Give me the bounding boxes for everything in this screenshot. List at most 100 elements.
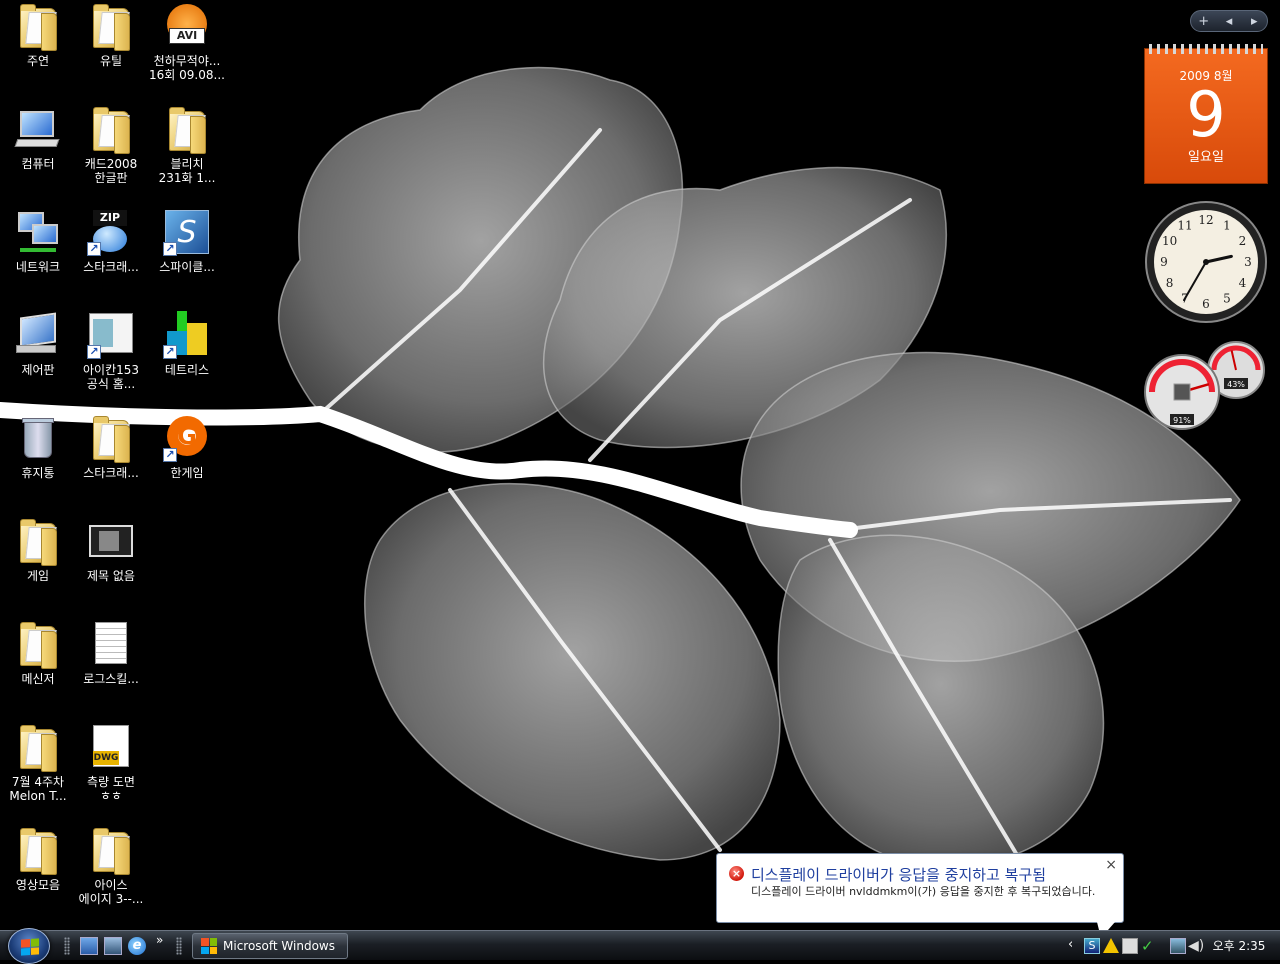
internet-explorer-icon[interactable]: e [128,937,146,955]
web-icon: ↗ [87,311,135,359]
calendar-day: 9 [1186,78,1226,151]
desktop-icon[interactable]: DWG 측량 도면 ㅎㅎ [73,721,149,821]
clock-numeral: 10 [1162,234,1177,248]
folder-icon [163,105,211,154]
device-tray-icon[interactable] [1122,938,1138,954]
desktop-icon-label: 게임 [26,569,50,583]
prev-gadget-button[interactable]: ◂ [1217,14,1241,29]
desktop-icon[interactable]: 게임 [0,515,76,615]
desktop-icon[interactable]: 제목 없음 [73,515,149,615]
desktop-icon[interactable]: 제어판 [0,309,76,409]
warning-icon[interactable] [1103,938,1119,953]
clock-pin [1203,259,1209,265]
desktop-icon[interactable]: ↗ 테트리스 [149,309,225,409]
recycle-bin-icon [14,414,62,462]
clock-numeral: 1 [1223,219,1231,233]
desktop[interactable]: 주연 유틸 AVI 천하무적야... 16회 09.08... 컴퓨터 캐드2008 한글… [0,0,1280,930]
clock-numeral: 12 [1198,213,1213,227]
tray-expand-chevron[interactable]: ‹ [1068,937,1073,952]
network-icon [14,208,62,256]
folder-icon [14,723,62,772]
desktop-icon-label: 로그스킬... [83,672,139,686]
folder-icon [14,826,62,875]
tetris-icon: ↗ [163,311,211,359]
desktop-icon[interactable]: 메신저 [0,618,76,718]
desktop-icon-label: 아이스 에이지 3--... [78,878,144,906]
balloon-title: 디스플레이 드라이버가 응답을 중지하고 복구됨 [751,866,1047,884]
taskbar: e » Microsoft Windows ‹ S ✓ ◀) [0,928,1280,964]
clock-numeral: 4 [1239,276,1247,290]
desktop-icon[interactable]: ZIP ↗ 스타크래... [73,206,149,306]
folder-icon [14,517,62,566]
control-panel-icon [14,311,62,359]
clock-numeral: 6 [1202,297,1210,311]
calendar-gadget[interactable]: 2009 8월 9 일요일 [1144,44,1268,184]
add-gadget-button[interactable]: + [1192,14,1216,29]
zip-icon: ZIP ↗ [87,208,135,256]
clock-numeral: 5 [1223,291,1231,305]
spy-icon: S ↗ [163,208,211,256]
memory-readout: 43% [1227,380,1245,389]
cpu-meter-gadget[interactable]: 43% 91% [1144,340,1268,434]
desktop-icon[interactable]: 스타크래... [73,412,149,512]
desktop-icon[interactable]: G ↗ 한게임 [149,412,225,512]
desktop-icon[interactable]: 아이스 에이지 3--... [73,824,149,924]
task-button-microsoft-windows[interactable]: Microsoft Windows [192,933,348,959]
clock-numeral: 8 [1166,276,1174,290]
desktop-icon[interactable]: 영상모음 [0,824,76,924]
folder-icon [87,105,135,154]
balloon-tail [1097,922,1115,930]
taskbar-grip[interactable] [176,937,182,955]
quicklaunch-chevron[interactable]: » [156,933,163,947]
cpu-chip-icon [1173,383,1191,401]
network-tray-icon[interactable] [1170,938,1186,954]
spyware-tray-icon[interactable]: S [1084,938,1100,954]
folder-icon [14,2,62,51]
windows-app-icon [201,938,217,954]
desktop-icon-label: 컴퓨터 [21,157,55,171]
computer-icon [14,105,62,153]
green-tray-icon[interactable]: ✓ [1141,938,1157,954]
notification-balloon[interactable]: × 디스플레이 드라이버가 응답을 중지하고 복구됨 디스플레이 드라이버 nv… [716,853,1124,930]
desktop-icon[interactable]: 네트워크 [0,206,76,306]
desktop-icon[interactable]: 유틸 [73,0,149,100]
clock-numeral: 2 [1239,234,1247,248]
desktop-icon-label: 스타크래... [83,260,139,274]
desktop-icon-label: 천하무적야... 16회 09.08... [149,54,225,82]
desktop-icon[interactable]: 주연 [0,0,76,100]
desktop-icon[interactable]: 블리치 231화 1... [149,103,225,203]
desktop-icon[interactable]: AVI 천하무적야... 16회 09.08... [149,0,225,100]
clock-numeral: 9 [1160,255,1168,269]
desktop-icon-label: 메신저 [21,672,55,686]
desktop-icon-label: 영상모음 [15,878,61,892]
desktop-icon[interactable]: 휴지통 [0,412,76,512]
volume-icon[interactable]: ◀) [1188,938,1204,954]
clock-numeral: 11 [1177,219,1192,233]
desktop-icon-label: 네트워크 [15,260,61,274]
desktop-icon-label: 스파이클... [159,260,215,274]
desktop-icon-label: 캐드2008 한글판 [84,157,138,185]
desktop-icon[interactable]: ↗ 아이칸153 공식 홈... [73,309,149,409]
desktop-icon-label: 휴지통 [21,466,55,480]
desktop-icon[interactable]: 7월 4주차 Melon T... [0,721,76,821]
switch-windows-icon[interactable] [104,937,122,955]
desktop-icon-label: 제어판 [21,363,55,377]
balloon-close-button[interactable]: × [1105,857,1117,873]
task-button-label: Microsoft Windows [223,939,335,953]
folder-icon [87,826,135,875]
taskbar-clock[interactable]: 오후 2:35 [1204,937,1274,954]
clock-gadget[interactable]: 123456789101112 [1144,200,1268,324]
next-gadget-button[interactable]: ▸ [1242,14,1266,29]
folder-icon [87,2,135,51]
desktop-icon[interactable]: 캐드2008 한글판 [73,103,149,203]
show-desktop-icon[interactable] [80,937,98,955]
avi-icon: AVI [163,2,211,50]
folder-icon [14,620,62,669]
desktop-icon[interactable]: 로그스킬... [73,618,149,718]
quicklaunch-grip[interactable] [64,937,70,955]
desktop-icon-label: 측량 도면 ㅎㅎ [87,775,135,803]
desktop-icon-label: 테트리스 [164,363,210,377]
start-button[interactable] [8,928,50,964]
desktop-icon[interactable]: 컴퓨터 [0,103,76,203]
desktop-icon[interactable]: S ↗ 스파이클... [149,206,225,306]
